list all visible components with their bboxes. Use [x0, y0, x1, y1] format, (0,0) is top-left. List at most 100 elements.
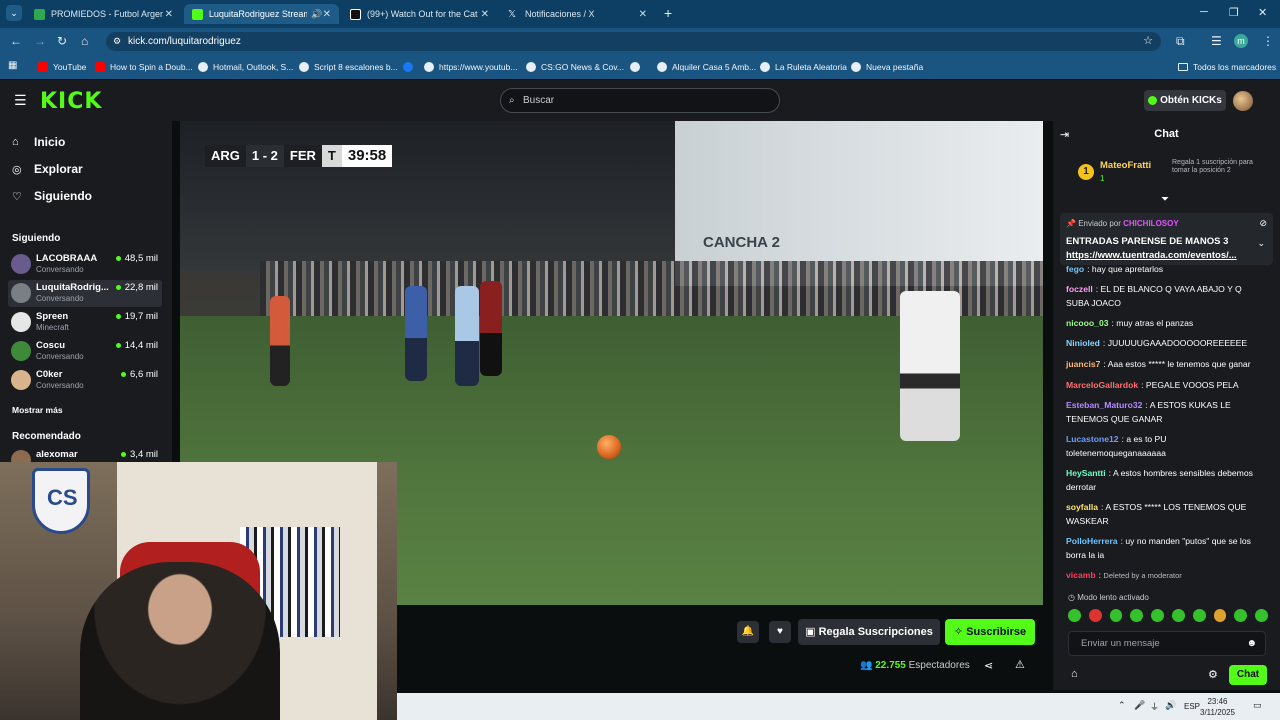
site-info-icon[interactable]: ⚙ — [113, 32, 121, 51]
reload-icon[interactable]: ↻ — [57, 34, 67, 48]
search-input[interactable]: ⌕ Buscar — [500, 88, 780, 113]
emote-icon[interactable] — [1109, 609, 1123, 622]
mic-icon[interactable]: 🎤 — [1134, 700, 1145, 711]
nav-explorar[interactable]: ◎ Explorar — [12, 162, 83, 176]
speaker-icon[interactable]: 🔊 — [311, 9, 322, 20]
close-tab-icon[interactable]: ✕ — [323, 9, 331, 20]
share-icon[interactable]: ⋖ — [984, 659, 993, 672]
extensions-icon[interactable]: ⧉ — [1176, 34, 1185, 49]
chat-username[interactable]: MarceloGallardok — [1066, 380, 1138, 390]
bookmark-facebook[interactable] — [403, 62, 418, 72]
follow-heart-button[interactable]: ♥ — [769, 621, 791, 643]
chat-username[interactable]: fego — [1066, 264, 1084, 274]
chat-username[interactable]: soyfalla — [1066, 502, 1098, 512]
back-icon[interactable]: ← — [10, 34, 22, 48]
expand-icon[interactable]: ⏷ — [1161, 194, 1169, 205]
media-control-icon[interactable]: ☰ — [1211, 34, 1222, 48]
subscribe-button[interactable]: ✧ Suscribirse — [945, 619, 1035, 645]
chat-username[interactable]: foczell — [1066, 284, 1093, 294]
forward-icon[interactable]: → — [34, 34, 46, 48]
bookmark-globe[interactable] — [630, 62, 645, 72]
expand-pin-icon[interactable]: ⌄ — [1257, 238, 1265, 249]
chat-username[interactable]: PolloHerrera — [1066, 536, 1118, 546]
settings-gear-icon[interactable]: ⚙ — [1208, 668, 1218, 681]
emote-icon[interactable] — [1130, 609, 1144, 622]
nav-inicio[interactable]: ⌂ Inicio — [12, 135, 65, 149]
chat-username[interactable]: Ninioled — [1066, 338, 1100, 348]
bookmark-hotmail[interactable]: Hotmail, Outlook, S... — [198, 62, 293, 72]
show-more-link[interactable]: Mostrar más — [12, 405, 63, 415]
send-chat-button[interactable]: Chat — [1229, 665, 1267, 685]
bookmark-alquiler[interactable]: Alquiler Casa 5 Amb... — [657, 62, 756, 72]
bookmark-youtube-link[interactable]: https://www.youtub... — [424, 62, 517, 72]
chat-username[interactable]: Esteban_Maturo32 — [1066, 400, 1142, 410]
language-indicator[interactable]: ESP — [1184, 702, 1200, 711]
emote-icon[interactable] — [1255, 609, 1268, 622]
chat-username[interactable]: nicooo_03 — [1066, 318, 1109, 328]
chat-username[interactable]: vicamb — [1066, 570, 1096, 580]
bookmark-youtube[interactable]: YouTube — [38, 62, 86, 72]
channel-item[interactable]: LACOBRAAA Conversando 48,5 mil — [8, 251, 162, 278]
chat-username[interactable]: Lucastone12 — [1066, 434, 1119, 444]
kick-logo[interactable]: KICK — [40, 89, 102, 114]
emote-icon[interactable] — [1088, 609, 1102, 622]
chat-input[interactable]: Enviar un mensaje ☻ — [1068, 631, 1266, 656]
emote-icon[interactable] — [1213, 609, 1227, 622]
channel-item[interactable]: C0ker Conversando 6,6 mil — [8, 367, 162, 394]
nav-siguiendo[interactable]: ♡ Siguiendo — [12, 189, 92, 203]
emote-icon[interactable] — [1234, 609, 1248, 622]
new-tab-button[interactable]: + — [664, 5, 672, 21]
emote-icon[interactable] — [1171, 609, 1185, 622]
minimize-icon[interactable]: ─ — [1200, 6, 1208, 18]
hamburger-menu-icon[interactable]: ☰ — [14, 92, 27, 109]
user-avatar[interactable] — [1233, 91, 1253, 111]
get-kicks-button[interactable]: Obtén KICKs — [1144, 90, 1226, 111]
chat-username[interactable]: juancis7 — [1066, 359, 1100, 369]
bookmark-spin[interactable]: How to Spin a Doub... — [95, 62, 193, 72]
emote-icon[interactable] — [1192, 609, 1206, 622]
volume-icon[interactable]: 🔊 — [1165, 700, 1176, 711]
store-icon[interactable]: ⌂ — [1071, 668, 1078, 680]
apps-grid-icon[interactable]: ▦ — [8, 60, 17, 71]
bookmark-script[interactable]: Script 8 escalones b... — [299, 62, 398, 72]
network-icon[interactable]: ⏚ — [1150, 700, 1159, 713]
tab-x-notifications[interactable]: 𝕏 Notificaciones / X ✕ — [500, 4, 655, 24]
bookmark-nueva-pestana[interactable]: Nueva pestaña — [851, 62, 923, 72]
all-bookmarks-folder[interactable]: Todos los marcadores — [1178, 62, 1276, 72]
report-icon[interactable]: ⚠ — [1015, 658, 1025, 671]
tab-kick-stream[interactable]: LuquitaRodriguez Stream - 🔊 ✕ — [184, 4, 339, 24]
chat-text: Aaa estos ***** le tenemos que ganar — [1107, 359, 1251, 369]
emote-icon[interactable] — [1151, 609, 1164, 622]
close-tab-icon[interactable]: ✕ — [165, 9, 173, 20]
tray-chevron-icon[interactable]: ⌃ — [1118, 700, 1126, 711]
pinned-link[interactable]: https://www.tuentrada.com/eventos/... — [1066, 250, 1251, 261]
hide-pin-icon[interactable]: ⊘ — [1259, 218, 1267, 229]
tab-tiktok[interactable]: (99+) Watch Out for the Cat at ✕ — [342, 4, 497, 24]
tab-promiedos[interactable]: PROMIEDOS - Futbol Argentino✕ — [26, 4, 181, 24]
gift-subs-button[interactable]: ▣ Regala Suscripciones — [798, 619, 940, 645]
emote-icon[interactable] — [1068, 609, 1081, 622]
menu-kebab-icon[interactable]: ⋮ — [1262, 34, 1274, 48]
notification-center-icon[interactable]: ▭ — [1253, 700, 1262, 711]
profile-avatar[interactable]: m — [1234, 34, 1248, 48]
chat-username[interactable]: HeySantti — [1066, 468, 1106, 478]
bookmark-star-icon[interactable]: ☆ — [1143, 32, 1153, 51]
tab-list-button[interactable]: ⌄ — [6, 5, 22, 21]
restore-icon[interactable]: ❐ — [1229, 6, 1239, 19]
home-icon[interactable]: ⌂ — [81, 34, 88, 48]
chat-input-placeholder: Enviar un mensaje — [1081, 638, 1160, 649]
close-window-icon[interactable]: ✕ — [1258, 6, 1267, 19]
bookmark-ruleta[interactable]: La Ruleta Aleatoria — [760, 62, 847, 72]
channel-item[interactable]: Spreen Minecraft 19,7 mil — [8, 309, 162, 336]
address-bar[interactable]: ⚙ kick.com/luquitarodriguez ☆ — [106, 32, 1161, 51]
emoji-icon[interactable]: ☻ — [1246, 632, 1257, 656]
chat-message: juancis7: Aaa estos ***** le tenemos que… — [1066, 357, 1266, 371]
notification-bell-button[interactable]: 🔔 — [737, 621, 759, 643]
channel-item[interactable]: LuquitaRodrig... Conversando 22,8 mil — [8, 280, 162, 307]
close-tab-icon[interactable]: ✕ — [639, 9, 647, 20]
close-tab-icon[interactable]: ✕ — [481, 9, 489, 20]
gifter-name[interactable]: MateoFratti — [1100, 160, 1151, 171]
bookmark-csgo[interactable]: CS:GO News & Cov... — [526, 62, 624, 72]
taskbar-clock[interactable]: 23:46 3/11/2025 — [1200, 696, 1235, 718]
channel-item[interactable]: Coscu Conversando 14,4 mil — [8, 338, 162, 365]
